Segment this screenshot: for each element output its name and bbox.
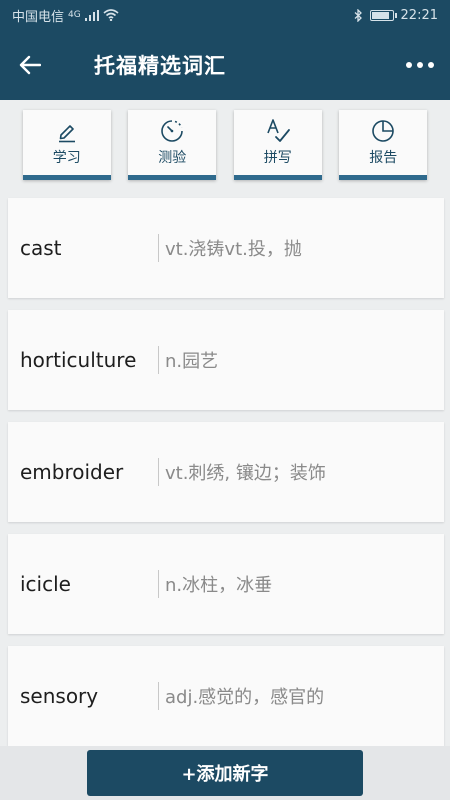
arrow-left-icon	[19, 55, 41, 75]
more-dot	[428, 62, 434, 68]
divider	[158, 682, 159, 710]
quiz-label: 测验	[158, 150, 187, 166]
word-list: cast vt.浇铸vt.投，抛 horticulture n.园艺 embro…	[8, 198, 444, 758]
divider	[158, 234, 159, 262]
more-button[interactable]	[390, 30, 450, 100]
divider	[158, 570, 159, 598]
word-text: cast	[20, 236, 62, 260]
word-meaning: n.冰柱，冰垂	[165, 575, 273, 596]
word-meaning: vt.浇铸vt.投，抛	[165, 239, 302, 260]
quiz-button[interactable]: 测验	[128, 110, 217, 180]
word-item[interactable]: horticulture n.园艺	[8, 310, 444, 410]
report-label: 报告	[369, 150, 398, 166]
word-meaning: vt.刺绣, 镶边；装饰	[165, 463, 326, 484]
study-label: 学习	[52, 150, 81, 166]
divider	[158, 346, 159, 374]
add-word-button[interactable]: +添加新字	[87, 750, 363, 796]
word-item[interactable]: cast vt.浇铸vt.投，抛	[8, 198, 444, 298]
battery-icon	[369, 9, 397, 21]
status-bar: 中国电信 4G 22:21	[0, 0, 450, 30]
spelling-button[interactable]: 拼写	[233, 110, 322, 180]
pie-chart-icon	[372, 120, 395, 142]
word-meaning: adj.感觉的，感官的	[165, 687, 325, 708]
word-text: horticulture	[20, 348, 137, 372]
wifi-icon	[103, 9, 119, 21]
app-bar: 托福精选词汇	[0, 30, 450, 100]
bluetooth-icon	[354, 8, 362, 22]
carrier-label: 中国电信	[12, 9, 65, 25]
spelling-label: 拼写	[263, 150, 292, 166]
signal-icon	[84, 9, 99, 21]
word-text: embroider	[20, 460, 124, 484]
spell-check-icon	[267, 119, 290, 142]
word-item[interactable]: icicle n.冰柱，冰垂	[8, 534, 444, 634]
divider	[158, 458, 159, 486]
bottom-bar: +添加新字	[0, 746, 450, 800]
more-dot	[417, 62, 423, 68]
network-type: 4G	[68, 10, 81, 20]
study-button[interactable]: 学习	[22, 110, 111, 180]
word-text: sensory	[20, 684, 99, 708]
page-title: 托福精选词汇	[94, 54, 226, 78]
word-item[interactable]: embroider vt.刺绣, 镶边；装饰	[8, 422, 444, 522]
word-text: icicle	[20, 572, 71, 596]
back-button[interactable]	[0, 30, 60, 100]
status-left: 中国电信 4G	[12, 6, 119, 25]
timer-icon	[161, 120, 184, 142]
word-item[interactable]: sensory adj.感觉的，感官的	[8, 646, 444, 746]
pencil-icon	[58, 125, 75, 143]
status-right: 22:21	[354, 8, 438, 23]
more-horizontal-icon	[406, 62, 412, 68]
status-time: 22:21	[400, 7, 438, 23]
word-meaning: n.园艺	[165, 351, 219, 372]
mode-toolbar: 学习 测验 拼写 报告	[0, 100, 450, 192]
report-button[interactable]: 报告	[339, 110, 428, 180]
